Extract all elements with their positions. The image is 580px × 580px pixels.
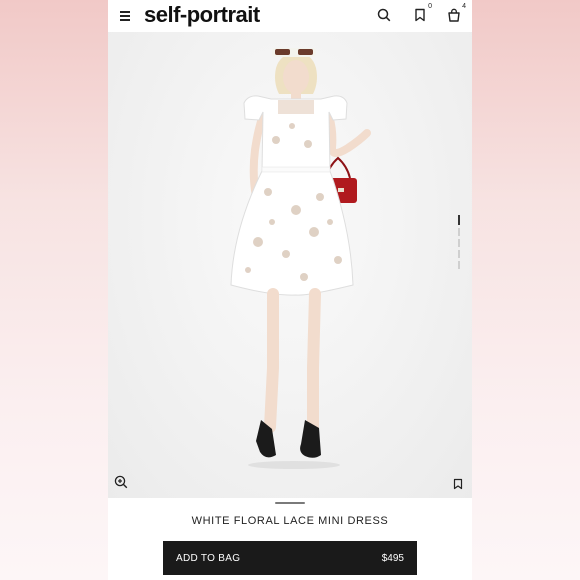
shopping-bag-button[interactable]: 4 — [447, 3, 466, 22]
carousel-indicator[interactable] — [457, 215, 461, 272]
zoom-in-icon[interactable] — [114, 475, 128, 489]
wishlist-button[interactable]: 0 — [413, 3, 432, 22]
search-icon[interactable] — [377, 8, 391, 22]
bookmark-icon[interactable] — [452, 477, 464, 490]
app-screen: self-portrait 0 4 WHITE FLORAL LACE MINI… — [108, 0, 472, 580]
bag-count-badge: 4 — [462, 3, 466, 10]
carousel-dot[interactable] — [458, 239, 460, 247]
carousel-dot[interactable] — [458, 250, 460, 258]
carousel-dot[interactable] — [458, 215, 460, 225]
add-to-bag-button[interactable]: ADD TO BAG $495 — [163, 541, 417, 575]
hamburger-menu-icon[interactable] — [120, 11, 130, 21]
product-image-gallery[interactable] — [108, 32, 472, 498]
bottom-sheet-handle[interactable] — [275, 502, 305, 504]
add-to-bag-label: ADD TO BAG — [176, 553, 241, 564]
product-photo — [230, 48, 371, 469]
bookmark-icon — [415, 8, 425, 22]
carousel-dot[interactable] — [458, 228, 460, 236]
brand-logo[interactable]: self-portrait — [144, 2, 260, 28]
carousel-dot[interactable] — [458, 261, 460, 269]
site-header: self-portrait 0 4 — [108, 0, 472, 32]
shopping-bag-icon — [448, 8, 460, 22]
product-title: WHITE FLORAL LACE MINI DRESS — [191, 515, 389, 527]
product-price: $495 — [381, 553, 404, 564]
wishlist-count-badge: 0 — [428, 3, 432, 10]
